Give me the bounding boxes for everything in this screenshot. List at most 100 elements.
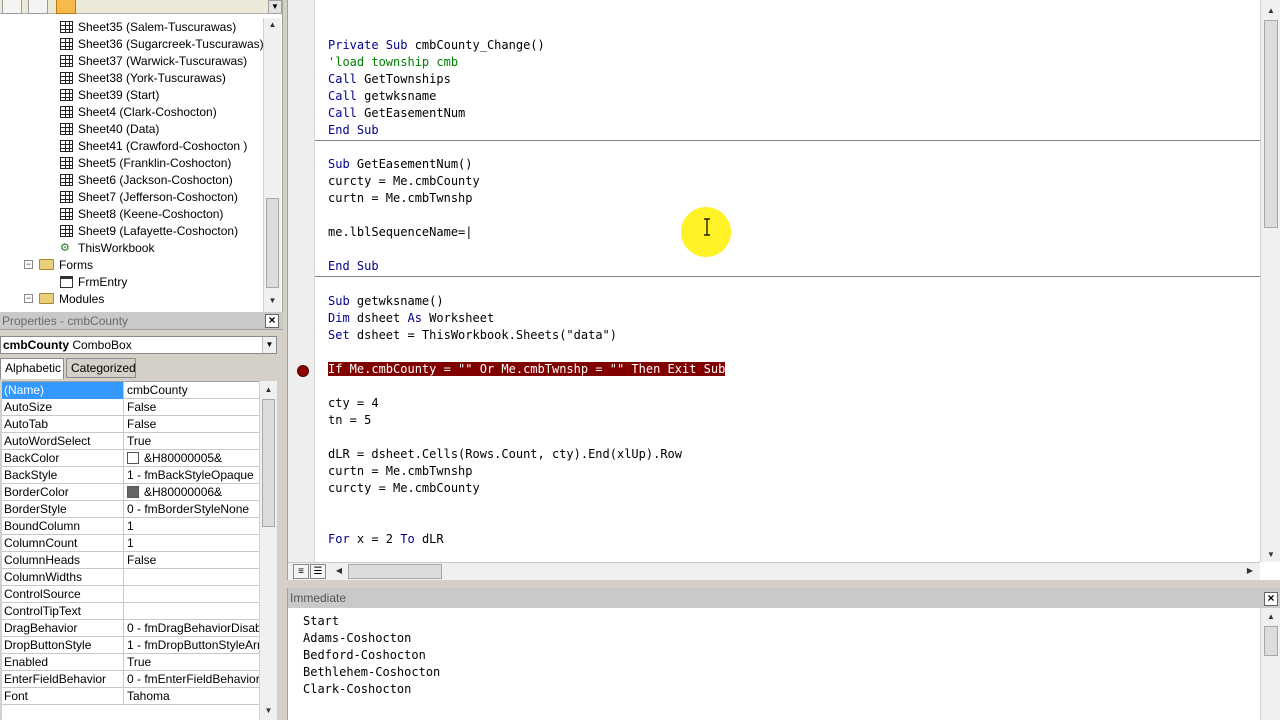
property-value[interactable]: &H80000005& — [125, 450, 259, 467]
property-value[interactable]: False — [125, 399, 259, 416]
project-vertical-scrollbar[interactable]: ▲ ▼ — [263, 18, 281, 312]
scroll-down-icon[interactable]: ▼ — [260, 704, 277, 718]
tab-categorized[interactable]: Categorized — [66, 358, 136, 378]
property-row[interactable]: ControlSource — [2, 586, 259, 603]
tree-item-sheet[interactable]: Sheet35 (Salem-Tuscurawas) — [60, 18, 236, 35]
code-line[interactable]: curcty = Me.cmbCounty — [328, 480, 480, 497]
property-value[interactable]: 1 — [125, 535, 259, 552]
full-module-view-icon[interactable]: ☰ — [310, 564, 326, 579]
view-object-icon[interactable] — [28, 0, 48, 14]
code-vertical-scrollbar[interactable]: ▲ ▼ — [1260, 0, 1280, 562]
code-line[interactable]: curcty = Me.cmbCounty — [328, 173, 480, 190]
property-value[interactable]: 0 - fmBorderStyleNone — [125, 501, 259, 518]
code-line[interactable]: me.lblSequenceName=| — [328, 224, 473, 241]
scroll-down-icon[interactable]: ▼ — [1261, 548, 1280, 562]
property-row[interactable]: DragBehavior 0 - fmDragBehaviorDisabl — [2, 620, 259, 637]
code-line[interactable]: End Sub — [328, 258, 379, 275]
code-line[interactable]: curtn = Me.cmbTwnshp — [328, 190, 473, 207]
scroll-up-icon[interactable]: ▲ — [1261, 610, 1280, 624]
close-icon[interactable]: × — [1264, 592, 1278, 606]
code-line[interactable]: cty = 4 — [328, 395, 379, 412]
properties-vertical-scrollbar[interactable]: ▲ ▼ — [259, 381, 277, 720]
tree-item-folder[interactable]: − Modules — [24, 290, 104, 307]
code-editor[interactable]: Private Sub cmbCounty_Change()'load town… — [328, 0, 1260, 562]
property-value[interactable] — [125, 603, 259, 620]
property-value[interactable] — [125, 586, 259, 603]
property-value[interactable]: 1 — [125, 518, 259, 535]
tree-item-sheet[interactable]: Sheet38 (York-Tuscurawas) — [60, 69, 226, 86]
tree-item-workbook[interactable]: ⚙ ThisWorkbook — [60, 239, 154, 256]
property-value[interactable]: False — [125, 416, 259, 433]
tree-item-sheet[interactable]: Sheet8 (Keene-Coshocton) — [60, 205, 223, 222]
property-value[interactable]: True — [125, 654, 259, 671]
code-line[interactable]: Sub getwksname() — [328, 293, 444, 310]
code-line[interactable]: If Me.cmbCounty = "" Or Me.cmbTwnshp = "… — [328, 361, 726, 378]
property-value[interactable]: 0 - fmDragBehaviorDisabl — [125, 620, 259, 637]
breakpoint-icon[interactable] — [297, 365, 309, 377]
property-row[interactable]: EnterFieldBehavior 0 - fmEnterFieldBehavi… — [2, 671, 259, 688]
code-line[interactable]: Dim dsheet As Worksheet — [328, 310, 494, 327]
tree-item-sheet[interactable]: Sheet40 (Data) — [60, 120, 159, 137]
code-line[interactable]: End Sub — [328, 122, 379, 139]
property-row[interactable]: BackStyle 1 - fmBackStyleOpaque — [2, 467, 259, 484]
code-line[interactable]: Private Sub cmbCounty_Change() — [328, 37, 545, 54]
tree-item-sheet[interactable]: Sheet36 (Sugarcreek-Tuscurawas) — [60, 35, 264, 52]
collapse-icon[interactable]: − — [24, 260, 33, 269]
code-line[interactable]: 'load township cmb — [328, 54, 458, 71]
tree-item-folder[interactable]: − Forms — [24, 256, 93, 273]
code-margin-indicator-bar[interactable] — [288, 0, 315, 562]
tree-item-sheet[interactable]: Sheet6 (Jackson-Coshocton) — [60, 171, 233, 188]
scroll-thumb[interactable] — [1264, 20, 1278, 228]
property-value[interactable]: 1 - fmDropButtonStyleArr — [125, 637, 259, 654]
code-line[interactable]: Call getwksname — [328, 88, 436, 105]
property-row[interactable]: ColumnHeads False — [2, 552, 259, 569]
tree-item-sheet[interactable]: Sheet5 (Franklin-Coshocton) — [60, 154, 231, 171]
tree-item-sheet[interactable]: Sheet37 (Warwick-Tuscurawas) — [60, 52, 247, 69]
code-line[interactable]: tn = 5 — [328, 412, 371, 429]
code-line[interactable]: Call GetTownships — [328, 71, 451, 88]
tab-alphabetic[interactable]: Alphabetic — [0, 358, 64, 379]
tree-item-sheet[interactable]: Sheet41 (Crawford-Coshocton ) — [60, 137, 247, 154]
scroll-right-icon[interactable]: ▶ — [1243, 564, 1257, 578]
property-row[interactable]: BoundColumn 1 — [2, 518, 259, 535]
scroll-up-icon[interactable]: ▲ — [260, 383, 277, 397]
tree-item-sheet[interactable]: Sheet4 (Clark-Coshocton) — [60, 103, 217, 120]
property-value[interactable]: True — [125, 433, 259, 450]
code-line[interactable]: Set dsheet = ThisWorkbook.Sheets("data") — [328, 327, 617, 344]
scroll-thumb[interactable] — [266, 198, 279, 288]
code-line[interactable]: curtn = Me.cmbTwnshp — [328, 463, 473, 480]
code-line[interactable]: For x = 2 To dLR — [328, 531, 444, 548]
scroll-thumb[interactable] — [348, 564, 442, 579]
scroll-up-icon[interactable]: ▲ — [1261, 4, 1280, 18]
property-row[interactable]: DropButtonStyle 1 - fmDropButtonStyleArr — [2, 637, 259, 654]
chevron-down-icon[interactable]: ▼ — [268, 0, 282, 14]
code-line[interactable]: Call GetEasementNum — [328, 105, 465, 122]
tree-item-sheet[interactable]: Sheet9 (Lafayette-Coshocton) — [60, 222, 238, 239]
property-value[interactable]: False — [125, 552, 259, 569]
collapse-icon[interactable]: − — [24, 294, 33, 303]
scroll-down-icon[interactable]: ▼ — [264, 294, 281, 308]
code-horizontal-scrollbar[interactable]: ≡ ☰ ◀ ▶ — [288, 562, 1260, 580]
view-code-icon[interactable] — [2, 0, 22, 14]
property-value[interactable]: 1 - fmBackStyleOpaque — [125, 467, 259, 484]
property-row[interactable]: AutoTab False — [2, 416, 259, 433]
immediate-vertical-scrollbar[interactable]: ▲ — [1260, 608, 1280, 720]
property-row[interactable]: ControlTipText — [2, 603, 259, 620]
property-value[interactable]: &H80000006& — [125, 484, 259, 501]
close-icon[interactable]: × — [265, 314, 279, 328]
scroll-thumb[interactable] — [262, 399, 275, 527]
property-value[interactable]: Tahoma — [125, 688, 259, 705]
scroll-thumb[interactable] — [1264, 626, 1278, 656]
property-value[interactable]: cmbCounty — [125, 382, 259, 399]
tree-item-form[interactable]: FrmEntry — [60, 273, 127, 290]
property-row[interactable]: BorderStyle 0 - fmBorderStyleNone — [2, 501, 259, 518]
object-selector[interactable]: cmbCounty ComboBox ▼ — [0, 336, 277, 354]
property-row[interactable]: (Name) cmbCounty — [2, 382, 259, 399]
tree-item-sheet[interactable]: Sheet7 (Jefferson-Coshocton) — [60, 188, 238, 205]
property-row[interactable]: Font Tahoma — [2, 688, 259, 705]
property-row[interactable]: ColumnWidths — [2, 569, 259, 586]
tree-item-sheet[interactable]: Sheet39 (Start) — [60, 86, 159, 103]
property-row[interactable]: ColumnCount 1 — [2, 535, 259, 552]
code-line[interactable]: Sub GetEasementNum() — [328, 156, 473, 173]
code-line[interactable]: dLR = dsheet.Cells(Rows.Count, cty).End(… — [328, 446, 682, 463]
